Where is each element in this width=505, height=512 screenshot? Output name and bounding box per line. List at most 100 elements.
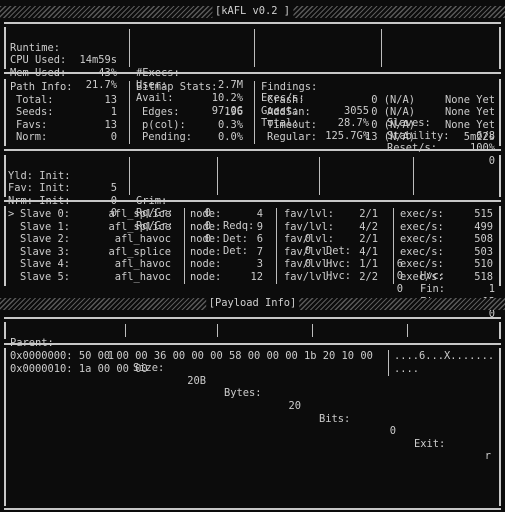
slave-stage: afl_havoc: [114, 271, 171, 283]
exec-rate-value: 510: [474, 258, 493, 271]
addsan-last: None Yet: [444, 106, 495, 119]
path-seeds-label: Seeds:: [16, 106, 54, 119]
node-value: 9: [256, 220, 263, 233]
slave-name: Slave 2:: [20, 233, 71, 246]
exec-rate-label: exec/s:: [400, 220, 444, 233]
stages-panel: Yld: Init: 5 Grim: 0 Redq: 0 Det: 6 Hvc:…: [4, 155, 501, 320]
separator: [129, 81, 130, 144]
slave-stage: afl_havoc: [114, 258, 171, 271]
exec-rate-value: 503: [474, 245, 493, 258]
timeout-count: 0 (N/A): [371, 118, 415, 131]
crash-count: 0 (N/A): [371, 93, 415, 106]
hex-line: 0x0000010: 1a 00 00 00: [10, 362, 148, 375]
payload-fields: Parent: 1 Size: 20B Bytes: 20 Bits: 0 Ex…: [4, 322, 501, 462]
addsan-label: AddSan:: [267, 106, 311, 119]
slave-name: Slave 3:: [20, 245, 71, 258]
border-left: [4, 79, 6, 146]
slave-stage: afl_splice: [108, 220, 171, 233]
node-value: 3: [256, 258, 263, 271]
exec-rate-label: exec/s:: [400, 245, 444, 258]
path-total-value: 13: [104, 93, 117, 106]
ascii-line: ....6...X.......: [394, 350, 495, 362]
favlvl-label: fav/lvl:: [284, 245, 335, 258]
path-seeds-value: 1: [110, 106, 117, 119]
payload-title-bar: [Payload Info]: [0, 297, 505, 310]
overview-row: Runtime: 14m59s #Execs: 2.7M Exec/s: 305…: [4, 29, 501, 142]
node-label: node:: [190, 258, 222, 271]
exec-rate-label: exec/s:: [400, 233, 444, 246]
divider: [4, 200, 501, 202]
regular-label: Regular:: [267, 131, 318, 144]
slave-name: Slave 4:: [20, 258, 71, 271]
slaves-panel: > Slave 0: afl_splice node: 4 fav/lvl: 2/1 exec…: [4, 206, 501, 286]
hex-line: 0x0000000: 50 00 00 00 36 00 00 00 58 00…: [10, 350, 373, 362]
favlvl-label: fav/lvl:: [284, 208, 335, 220]
slave-stage: afl_splice: [108, 245, 171, 258]
favlvl-value: 2/1: [359, 208, 378, 220]
node-value: 7: [256, 245, 263, 258]
favlvl-value: 2/1: [359, 233, 378, 246]
divider: [4, 149, 501, 151]
hexdump-panel: 0x0000000: 50 00 00 00 36 00 00 00 58 00…: [4, 348, 501, 506]
pending-value: 0.0%: [217, 131, 243, 144]
node-label: node:: [190, 208, 222, 220]
slave-row: Slave 5: afl_havoc node: 12 fav/lvl: 2/2 exec/…: [4, 271, 501, 284]
favlvl-value: 4/2: [359, 220, 378, 233]
regular-last: 5m22s: [463, 131, 495, 144]
path-total-label: Total:: [16, 93, 54, 106]
crash-label: Crash:: [267, 93, 305, 106]
node-label: node:: [190, 233, 222, 246]
regular-count: 13 (N/A): [364, 131, 415, 144]
slave-row: Slave 1: afl_splice node: 9 fav/lvl: 4/2 exec/…: [4, 221, 501, 234]
slave-row: Slave 2: afl_havoc node: 6 fav/lvl: 2/1 exec/s…: [4, 233, 501, 246]
exec-rate-value: 515: [474, 208, 493, 220]
border-left: [4, 348, 6, 506]
separator: [388, 350, 389, 376]
payload-title: [Payload Info]: [205, 297, 300, 310]
favlvl-value: 2/2: [359, 271, 378, 283]
node-value: 12: [250, 271, 263, 283]
overview-panel: Runtime: 14m59s #Execs: 2.7M Exec/s: 305…: [4, 27, 501, 167]
path-info-title: Path Info:: [10, 81, 73, 93]
stage-row: Nrm: Init: 0 Rq/Gr: 0 Det: 0 Hvc: 0 Fin:…: [4, 182, 501, 320]
slave-row: > Slave 0: afl_splice node: 4 fav/lvl: 2/1 exec…: [4, 208, 501, 221]
slave-name: Slave 1:: [20, 220, 71, 233]
exec-rate-value: 518: [474, 271, 493, 283]
border-right: [499, 79, 501, 146]
separator: [254, 81, 255, 144]
divider: [4, 343, 501, 345]
selected-marker: >: [8, 208, 15, 220]
exec-rate-label: exec/s:: [400, 208, 444, 220]
favlvl-label: fav/lvl:: [284, 258, 335, 271]
slave-name: Slave 0:: [20, 208, 71, 220]
timeout-last: None Yet: [444, 118, 495, 131]
node-label: node:: [190, 245, 222, 258]
slave-name: Slave 5:: [20, 271, 71, 283]
title-bar: [kAFL v0.2 ]: [0, 5, 505, 18]
slave-stage: afl_havoc: [114, 233, 171, 246]
slave-row: Slave 4: afl_havoc node: 3 fav/lvl: 1/1 exec/s…: [4, 258, 501, 271]
exec-rate-value: 499: [474, 220, 493, 233]
bitmap-stats-title: Bitmap Stats:: [136, 81, 218, 93]
node-label: node:: [190, 271, 222, 283]
overview-row: CPU Used: 43% User: 10.2% Guest: 28.7% S…: [4, 42, 501, 154]
exec-rate-value: 508: [474, 233, 493, 246]
addsan-count: 0 (N/A): [371, 106, 415, 119]
slave-stage: afl_splice: [108, 208, 171, 220]
pending-label: Pending:: [142, 131, 193, 144]
divider: [4, 508, 501, 510]
edges-value: 196: [224, 106, 243, 119]
pcol-value: 0.3%: [217, 118, 243, 131]
exec-rate-label: exec/s:: [400, 271, 444, 283]
path-norm-label: Norm:: [16, 131, 48, 144]
favlvl-value: 1/1: [359, 258, 378, 271]
ascii-line: ....: [394, 362, 420, 375]
favlvl-label: fav/lvl:: [284, 271, 335, 283]
slave-row: Slave 3: afl_splice node: 7 fav/lvl: 4/1 exec/…: [4, 246, 501, 259]
edges-label: Edges:: [142, 106, 180, 119]
path-favs-label: Favs:: [16, 118, 48, 131]
divider: [4, 317, 501, 319]
divider: [4, 72, 501, 74]
stage-row: Fav: Init: 0 Rq/Gr: 0 Det: 0 Hvc: 0 Fin:…: [4, 170, 501, 307]
app-title: [kAFL v0.2 ]: [211, 5, 294, 18]
